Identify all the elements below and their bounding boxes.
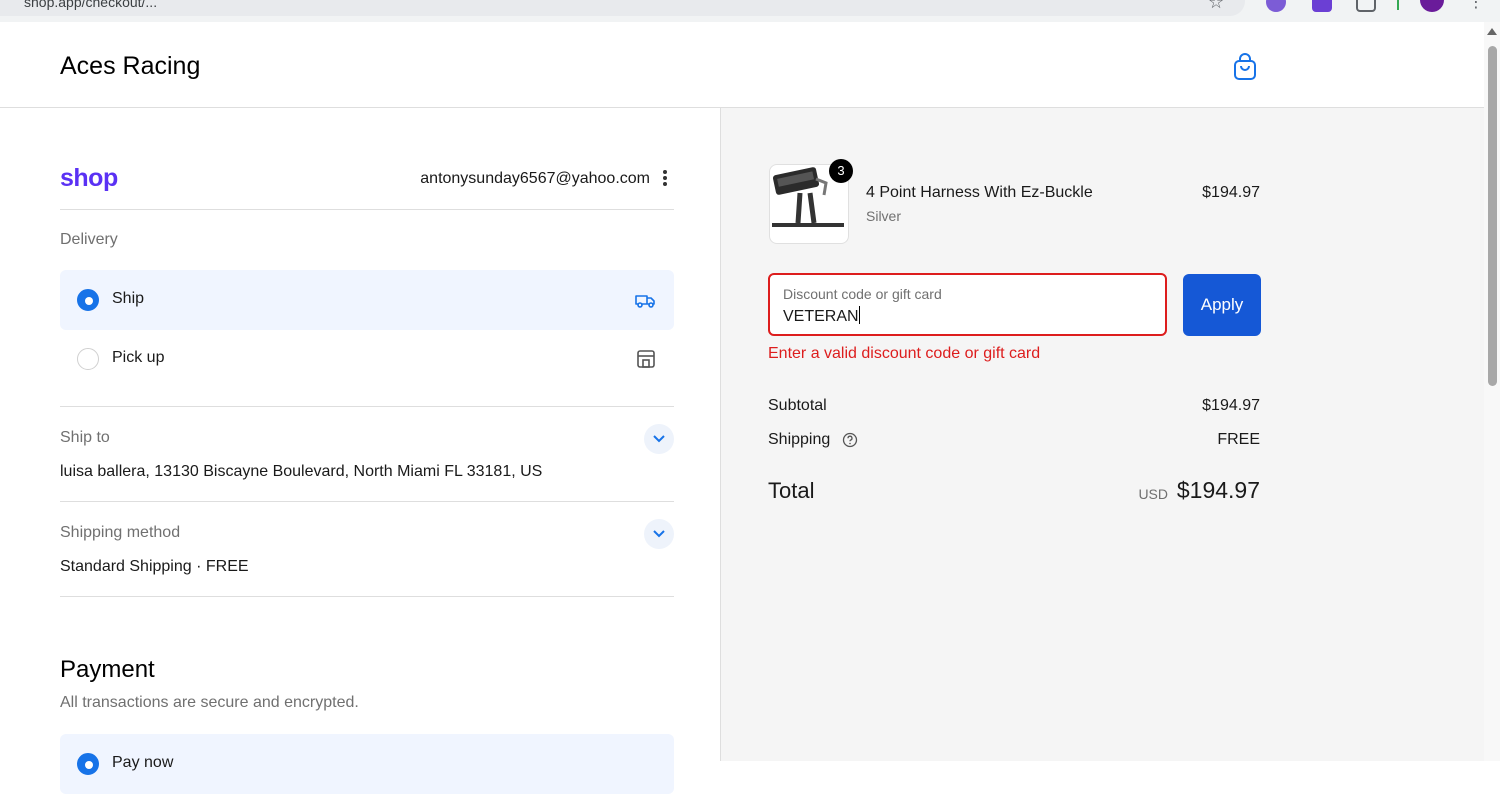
- divider: [60, 596, 674, 597]
- truck-icon: [635, 295, 655, 308]
- subtotal-value: $194.97: [1202, 397, 1260, 414]
- delivery-option-ship[interactable]: Ship: [60, 270, 674, 330]
- total-value: $194.97: [1176, 477, 1260, 503]
- store-icon: [637, 350, 655, 368]
- subtotal-label: Subtotal: [768, 397, 827, 414]
- divider: [60, 209, 674, 210]
- kebab-menu-icon[interactable]: ⋮: [1468, 0, 1484, 12]
- delivery-option-label: Ship: [112, 290, 145, 307]
- shipping-label: Shipping: [768, 431, 831, 448]
- quantity-badge: 3: [829, 159, 853, 183]
- payment-heading: Payment: [60, 656, 155, 683]
- payment-option-pay-now[interactable]: Pay now: [60, 734, 674, 794]
- shipping-method-label: Shipping method: [60, 524, 181, 541]
- scrollbar-thumb[interactable]: [1488, 46, 1497, 386]
- delivery-label: Delivery: [60, 231, 118, 248]
- product-variant: Silver: [866, 208, 902, 224]
- chevron-down-icon: [653, 435, 665, 443]
- total-label: Total: [768, 478, 815, 503]
- discount-error-message: Enter a valid discount code or gift card: [768, 345, 1041, 362]
- order-summary: 3 4 Point Harness With Ez-Buckle Silver …: [720, 108, 1484, 761]
- ship-to-label: Ship to: [60, 429, 110, 446]
- checkout-form: shop antonysunday6567@yahoo.com Delivery…: [0, 108, 720, 794]
- tab-search-icon[interactable]: [1356, 0, 1376, 12]
- ship-to-address: luisa ballera, 13130 Biscayne Boulevard,…: [60, 463, 543, 480]
- discount-field-value[interactable]: VETERAN: [783, 306, 860, 326]
- radio-ship[interactable]: [77, 289, 99, 311]
- payment-option-label: Pay now: [112, 754, 174, 771]
- discount-code-input[interactable]: Discount code or gift card VETERAN: [768, 273, 1167, 336]
- browser-toolbar: shop.app/checkout/... ☆ ⋮: [0, 0, 1500, 22]
- shipping-method-expand-button[interactable]: [644, 519, 674, 549]
- shipping-method-value: Standard Shipping · FREE: [60, 558, 249, 575]
- discount-code-text[interactable]: VETERAN: [783, 308, 859, 325]
- account-menu-icon[interactable]: [660, 168, 670, 188]
- apply-discount-button[interactable]: Apply: [1183, 274, 1261, 336]
- shipping-value: FREE: [1217, 431, 1260, 448]
- shopping-bag-icon[interactable]: [1232, 52, 1258, 82]
- page-scrollbar[interactable]: [1484, 22, 1500, 761]
- product-name: 4 Point Harness With Ez-Buckle: [866, 184, 1093, 201]
- divider: [60, 501, 674, 502]
- star-icon[interactable]: ☆: [1208, 0, 1224, 13]
- store-name[interactable]: Aces Racing: [60, 52, 200, 81]
- delivery-option-label: Pick up: [112, 349, 165, 366]
- divider: [60, 406, 674, 407]
- address-bar[interactable]: [0, 0, 1245, 16]
- profile-avatar[interactable]: [1420, 0, 1444, 12]
- checkout-header: Aces Racing: [0, 22, 1484, 108]
- help-icon[interactable]: [842, 432, 858, 448]
- divider: [1397, 0, 1399, 10]
- extension-icon[interactable]: [1266, 0, 1286, 12]
- product-price: $194.97: [1202, 184, 1260, 201]
- delivery-option-pickup[interactable]: Pick up: [60, 329, 674, 389]
- radio-pay-now[interactable]: [77, 753, 99, 775]
- text-cursor: [858, 306, 860, 324]
- chevron-down-icon: [653, 530, 665, 538]
- payment-subtitle: All transactions are secure and encrypte…: [60, 694, 359, 711]
- radio-pickup[interactable]: [77, 348, 99, 370]
- scroll-up-arrow-icon[interactable]: [1487, 28, 1497, 35]
- account-email: antonysunday6567@yahoo.com: [420, 170, 650, 187]
- extension-icon[interactable]: [1312, 0, 1332, 12]
- address-bar-url[interactable]: shop.app/checkout/...: [24, 0, 157, 10]
- total-currency: USD: [1138, 486, 1168, 502]
- ship-to-expand-button[interactable]: [644, 424, 674, 454]
- discount-field-label: Discount code or gift card: [783, 286, 942, 302]
- shop-pay-logo: shop: [60, 164, 118, 192]
